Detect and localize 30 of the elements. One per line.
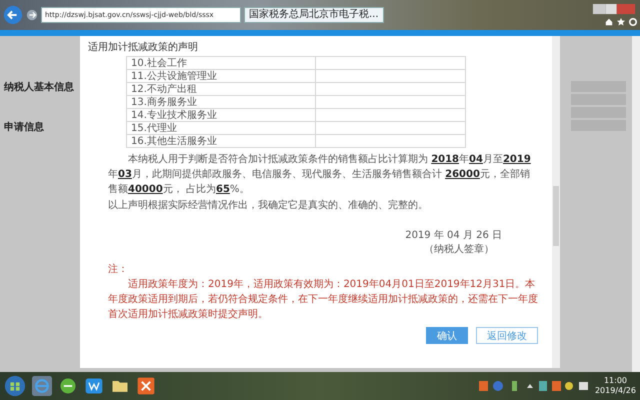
table-cell: 13.商务服务业 (126, 96, 316, 108)
w-letter-app-icon[interactable] (84, 376, 104, 396)
section-label: 申请信息 (3, 120, 45, 134)
page-scrollbar[interactable] (632, 36, 640, 372)
minus-circle-icon[interactable] (58, 376, 78, 396)
browser-tab[interactable]: 国家税务总局北京市电子税... (244, 7, 384, 23)
table-cell: 12.不动产出租 (126, 82, 316, 96)
cross-app-icon[interactable] (136, 376, 156, 396)
start-orb-icon[interactable] (4, 375, 26, 397)
tray-icons-drawing[interactable] (478, 380, 589, 392)
note-label: 注： (108, 263, 129, 277)
window-controls-icon[interactable] (591, 4, 637, 15)
dialog-scrollbar[interactable] (552, 36, 560, 368)
table-cell: 16.其他生活服务业 (126, 134, 316, 148)
table-cell: 15.代理业 (126, 122, 316, 134)
note-text: 适用政策年度为：2019年，适用政策有效期为：2019年04月01日至2019年12月31日。本年度政策适用到期后，若仍符合规定条件，在下一年度继续适用加计抵减政策的，还需在下一年度首次适用加计抵减政策时提交声明。 (108, 278, 538, 322)
table-cell: 11.公共设施管理业 (126, 70, 316, 82)
table-cell: 14.专业技术服务业 (126, 108, 316, 122)
dialog-title: 适用加计抵减政策的声明 (88, 40, 198, 54)
table-cell: 10.社会工作 (126, 56, 316, 70)
home-icon[interactable] (605, 18, 613, 26)
clock-date: 2019/4/26 (594, 386, 636, 396)
declaration-text: 以上声明根据实际经营情况作出，我确定它是真实的、准确的、完整的。 (108, 198, 429, 213)
star-icon[interactable] (617, 18, 625, 26)
signature-label: （纳税人签章） (423, 243, 495, 257)
statement-paragraph: 本纳税人用于判断是否符合加计抵减政策条件的销售额占比计算期为 2018年04月至2019 年03月，此期间提供邮政服务、电信服务、现代服务、生活服务销售额合计 26000元，全部销售额40000元， 占比为65%。 (108, 152, 532, 197)
clock-time: 11:00 (604, 376, 628, 386)
section-label: 纳税人基本信息 (2, 80, 75, 94)
date-text: 2019 年 04 月 26 日 (404, 229, 503, 243)
forward-arrow-icon[interactable] (26, 9, 38, 21)
